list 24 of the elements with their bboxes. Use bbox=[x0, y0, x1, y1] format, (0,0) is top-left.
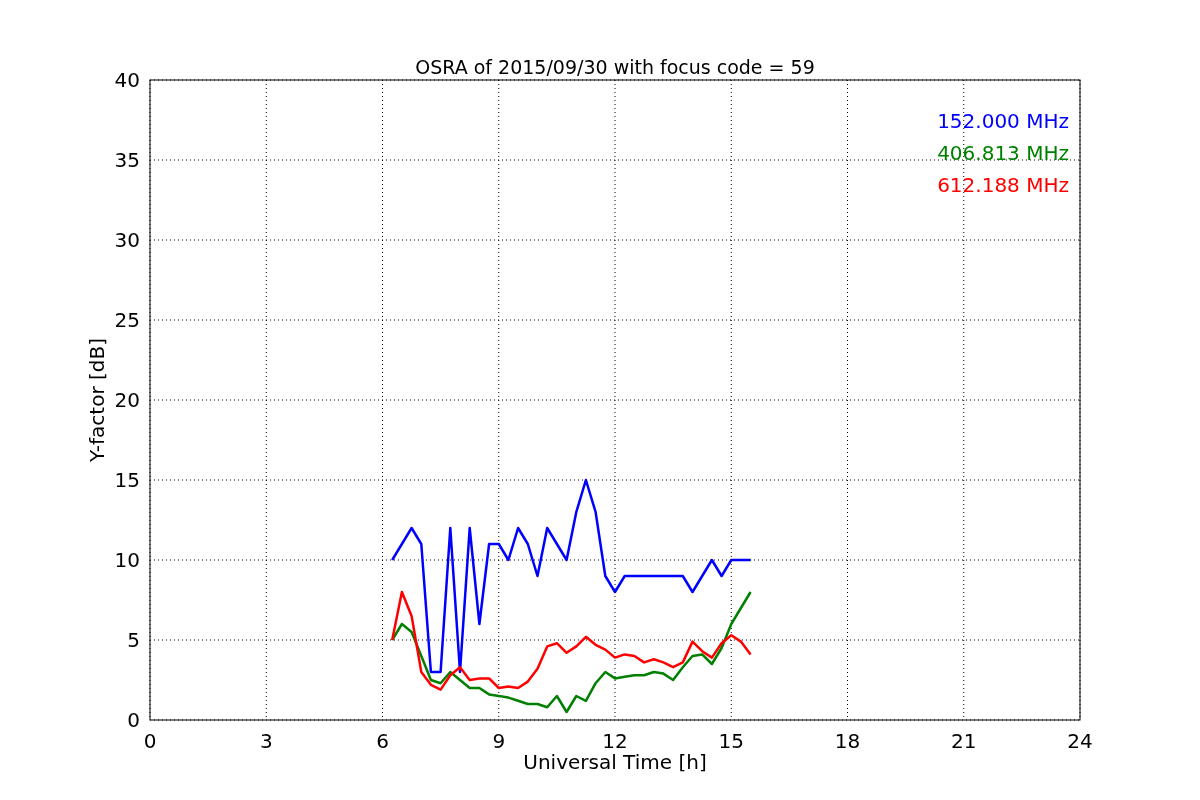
y-tick-label: 0 bbox=[127, 708, 140, 732]
legend-label: 612.188 MHz bbox=[937, 173, 1069, 197]
x-tick-label: 15 bbox=[718, 729, 744, 753]
y-tick-label: 30 bbox=[114, 228, 140, 252]
x-tick-label: 21 bbox=[951, 729, 977, 753]
x-tick-label: 3 bbox=[259, 729, 273, 753]
x-tick-label: 18 bbox=[834, 729, 861, 753]
legend-label: 406.813 MHz bbox=[937, 141, 1069, 165]
x-tick-label: 0 bbox=[143, 729, 157, 753]
y-tick-label: 10 bbox=[114, 548, 140, 572]
y-tick-label: 35 bbox=[114, 148, 140, 172]
legend-label: 152.000 MHz bbox=[937, 109, 1069, 133]
y-tick-label: 5 bbox=[127, 628, 140, 652]
y-tick-label: 15 bbox=[114, 468, 140, 492]
y-tick-label: 40 bbox=[114, 68, 140, 92]
x-tick-label: 24 bbox=[1067, 729, 1093, 753]
x-tick-label: 6 bbox=[376, 729, 389, 753]
x-tick-label: 9 bbox=[492, 729, 506, 753]
x-tick-label: 12 bbox=[602, 729, 628, 753]
x-axis-label: Universal Time [h] bbox=[523, 750, 707, 774]
y-axis-label: Y-factor [dB] bbox=[85, 338, 109, 462]
y-tick-label: 25 bbox=[114, 308, 140, 332]
chart-title: OSRA of 2015/09/30 with focus code = 59 bbox=[415, 56, 815, 78]
y-tick-label: 20 bbox=[114, 388, 140, 412]
